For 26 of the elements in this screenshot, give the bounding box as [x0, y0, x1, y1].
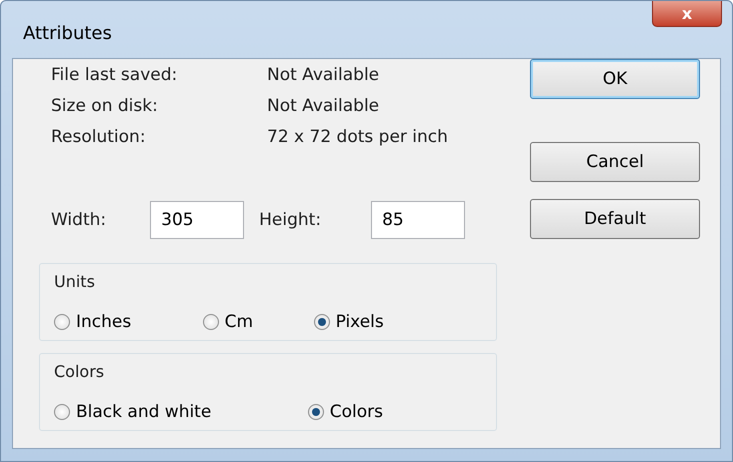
- radio-button[interactable]: [54, 404, 70, 420]
- radio-option[interactable]: Inches: [54, 312, 203, 332]
- radio-option[interactable]: Black and white: [54, 402, 308, 422]
- radio-option[interactable]: Cm: [202, 312, 314, 332]
- info-label: Resolution:: [51, 126, 147, 146]
- window-title: Attributes: [23, 23, 112, 44]
- width-field[interactable]: 305: [150, 201, 244, 239]
- radio-button[interactable]: [308, 404, 324, 420]
- group-title: Units: [54, 272, 96, 291]
- radio-button[interactable]: [54, 314, 70, 330]
- dialog-button[interactable]: Cancel: [530, 142, 700, 182]
- dialog-button[interactable]: OK: [530, 59, 700, 99]
- info-label: File last saved:: [51, 64, 178, 84]
- radio-option[interactable]: Colors: [308, 402, 482, 422]
- info-label: Size on disk:: [51, 96, 159, 116]
- info-value: 72 x 72 dots per inch: [267, 126, 449, 146]
- width-label: Width:: [51, 210, 106, 230]
- info-value: Not Available: [267, 96, 380, 116]
- height-label: Height:: [259, 210, 322, 230]
- info-value: Not Available: [267, 64, 380, 84]
- radio-option[interactable]: Pixels: [314, 312, 482, 332]
- radio-button[interactable]: [202, 314, 219, 330]
- radio-button[interactable]: [314, 314, 330, 330]
- dialog-button[interactable]: Default: [530, 199, 700, 239]
- group-title: Colors: [54, 362, 106, 381]
- height-field[interactable]: 85: [371, 201, 466, 239]
